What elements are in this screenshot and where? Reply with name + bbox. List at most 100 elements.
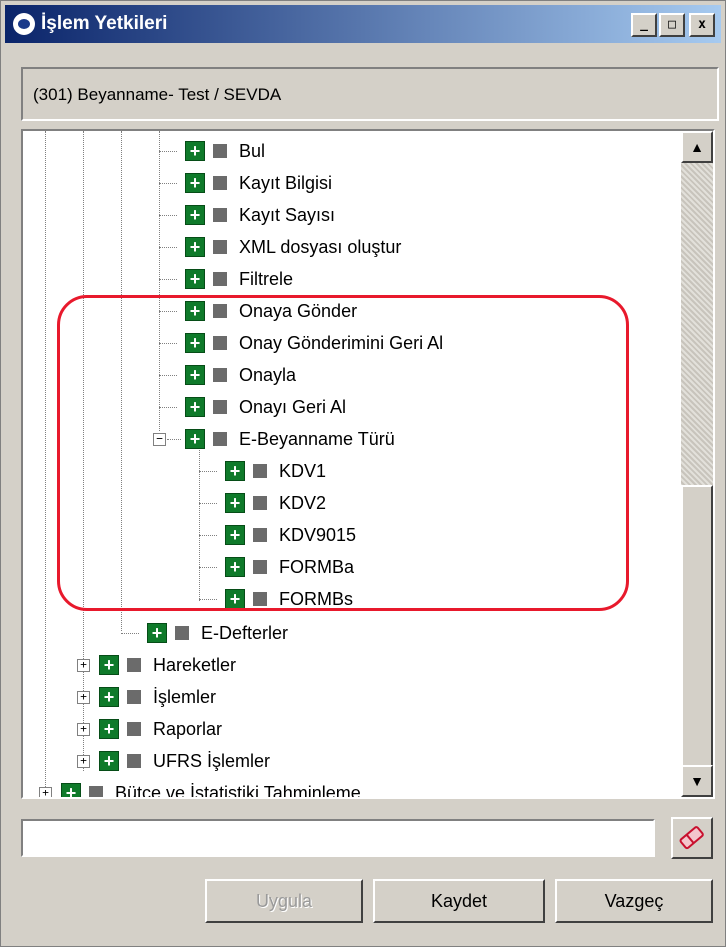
permission-state-icon[interactable] <box>213 272 227 286</box>
permission-state-icon[interactable] <box>253 496 267 510</box>
permission-plus-icon[interactable]: + <box>185 365 205 385</box>
tree-item-e-beyanname-turu[interactable]: − + E-Beyanname Türü <box>153 423 395 455</box>
permission-plus-icon[interactable]: + <box>185 205 205 225</box>
tree-item-label: Kayıt Bilgisi <box>239 172 333 193</box>
tree-item-formbs[interactable]: + FORMBs <box>199 583 353 615</box>
permission-state-icon[interactable] <box>213 336 227 350</box>
window-title: İşlem Yetkileri <box>41 13 168 34</box>
tree-item-label: Filtrele <box>239 268 294 289</box>
expand-toggle[interactable]: + <box>77 722 90 736</box>
collapse-toggle[interactable]: − <box>153 432 166 446</box>
permission-state-icon[interactable] <box>127 690 141 704</box>
vertical-scrollbar[interactable]: ▲ ▼ <box>681 131 713 797</box>
permission-state-icon[interactable] <box>253 560 267 574</box>
context-header: (301) Beyanname- Test / SEVDA <box>21 67 719 121</box>
permission-state-icon[interactable] <box>127 658 141 672</box>
tree-item-e-defterler[interactable]: + E-Defterler <box>121 617 288 649</box>
permission-state-icon[interactable] <box>253 464 267 478</box>
permission-plus-icon[interactable]: + <box>185 237 205 257</box>
minimize-button[interactable]: _ <box>631 13 657 37</box>
permission-plus-icon[interactable]: + <box>99 719 119 739</box>
maximize-button[interactable]: □ <box>659 13 685 37</box>
tree-item-kayit-bilgisi[interactable]: + Kayıt Bilgisi <box>159 167 332 199</box>
scroll-down-button[interactable]: ▼ <box>681 765 713 797</box>
tree-item-hareketler[interactable]: + + Hareketler <box>77 649 236 681</box>
permission-state-icon[interactable] <box>213 304 227 318</box>
save-button[interactable]: Kaydet <box>373 879 545 923</box>
tree-item-label: FORMBa <box>279 556 355 577</box>
tree-item-onaya-gonder[interactable]: + Onaya Gönder <box>159 295 357 327</box>
scroll-up-button[interactable]: ▲ <box>681 131 713 163</box>
permission-plus-icon[interactable]: + <box>185 301 205 321</box>
permission-state-icon[interactable] <box>213 144 227 158</box>
cancel-button[interactable]: Vazgeç <box>555 879 713 923</box>
permission-plus-icon[interactable]: + <box>185 429 205 449</box>
tree-item-raporlar[interactable]: + + Raporlar <box>77 713 222 745</box>
tree-item-kdv2[interactable]: + KDV2 <box>199 487 326 519</box>
tree-item-filtrele[interactable]: + Filtrele <box>159 263 293 295</box>
tree-item-kdv1[interactable]: + KDV1 <box>199 455 326 487</box>
permission-state-icon[interactable] <box>89 786 103 797</box>
permission-plus-icon[interactable]: + <box>147 623 167 643</box>
permission-state-icon[interactable] <box>213 176 227 190</box>
clear-button[interactable] <box>671 817 713 859</box>
tree-guide-line <box>45 131 46 797</box>
apply-button[interactable]: Uygula <box>205 879 363 923</box>
eraser-icon <box>679 826 704 850</box>
tree-item-formba[interactable]: + FORMBa <box>199 551 354 583</box>
tree-item-onay-gonderimini-geri-al[interactable]: + Onay Gönderimini Geri Al <box>159 327 443 359</box>
tree-item-label: İşlemler <box>153 686 217 707</box>
permission-state-icon[interactable] <box>213 208 227 222</box>
expand-toggle[interactable]: + <box>39 786 52 797</box>
tree-item-label: Bul <box>239 140 266 161</box>
permissions-window: İşlem Yetkileri _ □ x (301) Beyanname- T… <box>0 0 726 947</box>
tree-item-bul[interactable]: + Bul <box>159 135 265 167</box>
permission-plus-icon[interactable]: + <box>225 557 245 577</box>
tree-item-onayla[interactable]: + Onayla <box>159 359 296 391</box>
tree-item-label: Raporlar <box>153 718 223 739</box>
expand-toggle[interactable]: + <box>77 690 90 704</box>
permission-state-icon[interactable] <box>253 528 267 542</box>
tree-item-label: E-Defterler <box>201 622 289 643</box>
permission-plus-icon[interactable]: + <box>61 783 81 797</box>
tree-item-onayi-geri-al[interactable]: + Onayı Geri Al <box>159 391 346 423</box>
permission-plus-icon[interactable]: + <box>185 269 205 289</box>
permission-state-icon[interactable] <box>127 754 141 768</box>
permission-state-icon[interactable] <box>127 722 141 736</box>
permission-plus-icon[interactable]: + <box>99 687 119 707</box>
permission-state-icon[interactable] <box>213 400 227 414</box>
expand-toggle[interactable]: + <box>77 658 90 672</box>
tree-item-kdv9015[interactable]: + KDV9015 <box>199 519 356 551</box>
tree-item-label: KDV1 <box>279 460 327 481</box>
permission-state-icon[interactable] <box>253 592 267 606</box>
tree-item-islemler[interactable]: + + İşlemler <box>77 681 216 713</box>
permission-plus-icon[interactable]: + <box>185 141 205 161</box>
permission-plus-icon[interactable]: + <box>99 751 119 771</box>
tree-item-kayit-sayisi[interactable]: + Kayıt Sayısı <box>159 199 335 231</box>
permission-plus-icon[interactable]: + <box>225 461 245 481</box>
title-bar[interactable]: İşlem Yetkileri _ □ x <box>5 5 721 43</box>
close-button[interactable]: x <box>689 13 715 37</box>
tree-item-label: XML dosyası oluştur <box>239 236 402 257</box>
search-input[interactable] <box>21 819 655 857</box>
permission-plus-icon[interactable]: + <box>225 589 245 609</box>
permission-plus-icon[interactable]: + <box>99 655 119 675</box>
permission-plus-icon[interactable]: + <box>185 333 205 353</box>
tree-item-label: Onay Gönderimini Geri Al <box>239 332 444 353</box>
tree-item-xml-olustur[interactable]: + XML dosyası oluştur <box>159 231 401 263</box>
permission-tree[interactable]: + Bul + Kayıt Bilgisi + Kayıt Sayısı + X… <box>21 129 715 799</box>
permission-state-icon[interactable] <box>213 368 227 382</box>
scroll-thumb[interactable] <box>681 485 713 767</box>
tree-item-butce-tahminleme[interactable]: + + Bütçe ve İstatistiki Tahminleme <box>39 777 361 797</box>
permission-state-icon[interactable] <box>213 432 227 446</box>
tree-item-ufrs-islemler[interactable]: + + UFRS İşlemler <box>77 745 270 777</box>
expand-toggle[interactable]: + <box>77 754 90 768</box>
permission-state-icon[interactable] <box>175 626 189 640</box>
permission-plus-icon[interactable]: + <box>185 397 205 417</box>
permission-plus-icon[interactable]: + <box>225 525 245 545</box>
tree-item-label: KDV2 <box>279 492 327 513</box>
permission-plus-icon[interactable]: + <box>225 493 245 513</box>
tree-item-label: E-Beyanname Türü <box>239 428 395 449</box>
permission-state-icon[interactable] <box>213 240 227 254</box>
permission-plus-icon[interactable]: + <box>185 173 205 193</box>
